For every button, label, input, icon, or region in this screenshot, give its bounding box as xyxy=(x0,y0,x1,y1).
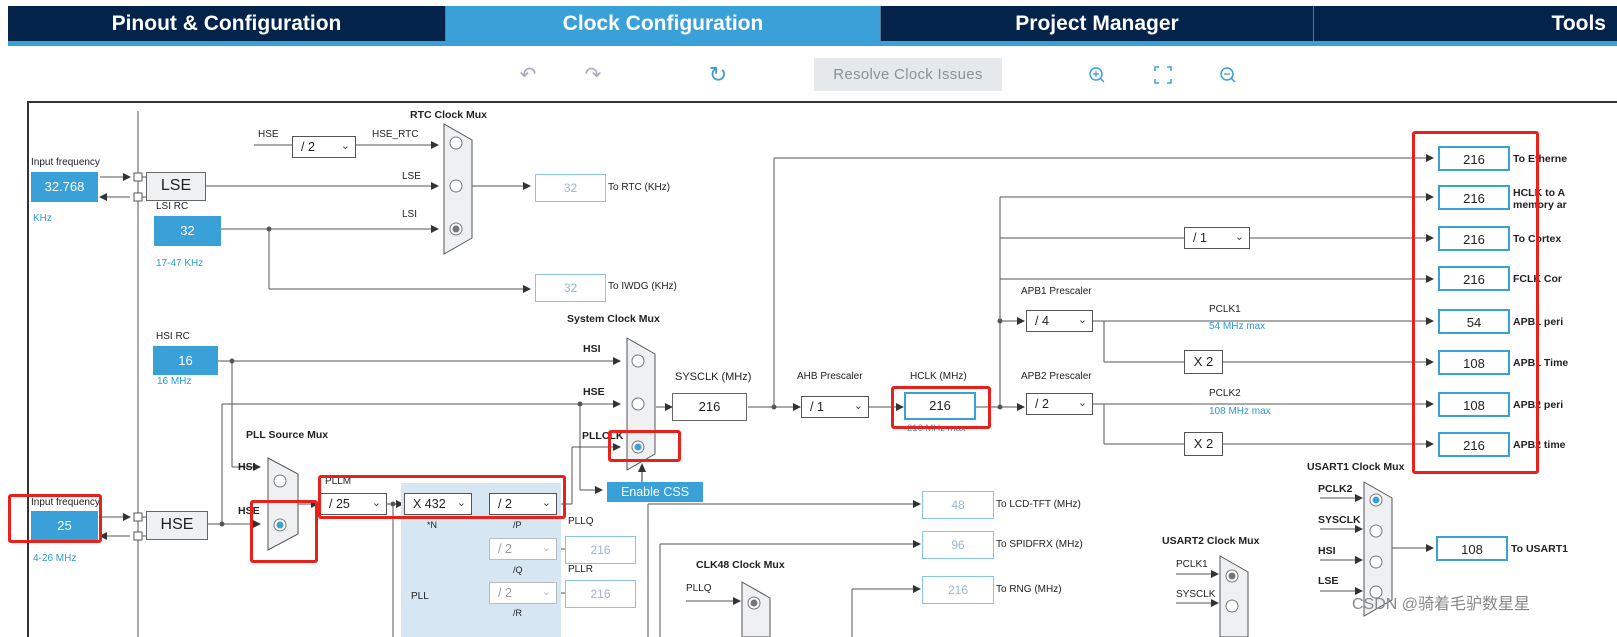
pllp-label: /P xyxy=(513,520,522,530)
hse-rtc-divider-value: / 2 xyxy=(301,140,315,154)
pllr-output-value: 216 xyxy=(565,580,636,608)
cortex-divider-select[interactable]: / 1 ⌄ xyxy=(1184,227,1250,249)
highlight-pllclk-select xyxy=(608,430,681,462)
pll-source-mux-title: PLL Source Mux xyxy=(246,429,329,441)
pclk1-label: PCLK1 xyxy=(1209,304,1241,315)
chevron-down-icon: ⌄ xyxy=(1077,397,1087,409)
highlight-pll-source-hse xyxy=(250,500,318,563)
usart1-output-label: To USART1 xyxy=(1511,543,1568,555)
pllsrc-hsi-label: HSI xyxy=(238,461,256,473)
chevron-down-icon: ⌄ xyxy=(340,140,350,152)
hse-range-label: 4-26 MHz xyxy=(33,553,77,564)
usart1-clock-mux-title: USART1 Clock Mux xyxy=(1307,461,1405,473)
apb1-prescaler-select[interactable]: / 4 ⌄ xyxy=(1026,310,1093,332)
rtc-clock-mux-title: RTC Clock Mux xyxy=(410,109,488,121)
pclk1-max-label: 54 MHz max xyxy=(1209,321,1266,332)
hsi-unit-label: 16 MHz xyxy=(157,376,192,387)
chevron-down-icon: ⌄ xyxy=(1234,231,1244,243)
spdifrx-output-label: To SPIDFRX (MHz) xyxy=(996,539,1083,550)
pclk2-max-label: 108 MHz max xyxy=(1209,406,1271,417)
pllr-divider-label: /R xyxy=(513,608,522,618)
pllq-output-value: 216 xyxy=(565,536,636,564)
rng-output-value: 216 xyxy=(922,576,994,604)
iwdg-output-value: 32 xyxy=(535,274,606,302)
rtc-output-value: 32 xyxy=(535,174,606,202)
lse-input-frequency-field[interactable]: 32.768 xyxy=(31,172,98,202)
highlight-hse-input xyxy=(8,494,102,543)
chevron-down-icon: ⌄ xyxy=(1077,314,1087,326)
ahb-prescaler-value: / 1 xyxy=(810,400,824,414)
usart2-pclk1-label: PCLK1 xyxy=(1176,559,1208,570)
apb1-prescaler-title: APB1 Prescaler xyxy=(1021,286,1092,297)
pclk2-label: PCLK2 xyxy=(1209,388,1241,399)
apb2-timer-multiplier: X 2 xyxy=(1184,432,1223,456)
usart1-lse-label: LSE xyxy=(1318,575,1339,587)
rtc-lse-label: LSE xyxy=(402,171,421,182)
usart2-sysclk-label: SYSCLK xyxy=(1176,589,1216,600)
lse-input-frequency-label: Input frequency xyxy=(31,157,100,168)
usart2-clock-mux-title: USART2 Clock Mux xyxy=(1162,535,1260,547)
rtc-hse-label: HSE xyxy=(258,129,279,140)
pllr-divider-select[interactable]: / 2 ⌄ xyxy=(489,582,557,604)
clock-configuration-screen: Pinout & Configuration Clock Configurati… xyxy=(0,0,1617,637)
highlight-pll-settings xyxy=(318,475,566,519)
spdifrx-output-value: 96 xyxy=(922,531,994,559)
ahb-prescaler-select[interactable]: / 1 ⌄ xyxy=(801,396,869,418)
sysclk-label: SYSCLK (MHz) xyxy=(675,371,752,383)
pll-label: PLL xyxy=(411,591,429,602)
chevron-down-icon: ⌄ xyxy=(853,400,863,412)
pllr-divider-value: / 2 xyxy=(498,586,512,600)
cortex-divider-value: / 1 xyxy=(1193,231,1207,245)
plln-label: *N xyxy=(427,520,438,530)
lsi-range-label: 17-47 KHz xyxy=(156,258,204,269)
sysmux-hsi-label: HSI xyxy=(583,343,601,355)
clock-tree-wires xyxy=(99,111,1434,637)
hse-block: HSE xyxy=(146,511,208,540)
usart1-sysclk-label: SYSCLK xyxy=(1318,514,1361,526)
usart1-hsi-label: HSI xyxy=(1318,545,1336,557)
pllq-label: PLLQ xyxy=(568,516,594,527)
pllr-label: PLLR xyxy=(568,564,594,575)
sysclk-value: 216 xyxy=(672,393,747,421)
clk48-pllq-label: PLLQ xyxy=(686,583,712,594)
apb2-prescaler-title: APB2 Prescaler xyxy=(1021,371,1092,382)
apb1-prescaler-value: / 4 xyxy=(1035,314,1049,328)
apb2-prescaler-select[interactable]: / 2 ⌄ xyxy=(1026,393,1093,415)
hclk-title: HCLK (MHz) xyxy=(910,371,967,382)
lse-block: LSE xyxy=(146,172,206,201)
pllq-divider-value: / 2 xyxy=(498,542,512,556)
chevron-down-icon: ⌄ xyxy=(541,586,551,598)
lcd-tft-output-value: 48 xyxy=(922,491,994,519)
hse-rtc-divider-select[interactable]: / 2 ⌄ xyxy=(292,136,356,158)
usart1-clock-output: 108 xyxy=(1436,536,1508,561)
chevron-down-icon: ⌄ xyxy=(541,542,551,554)
rtc-lsi-label: LSI xyxy=(402,209,418,220)
enable-css-button[interactable]: Enable CSS xyxy=(607,482,703,502)
sysmux-hse-label: HSE xyxy=(583,386,605,398)
iwdg-output-label: To IWDG (KHz) xyxy=(608,281,677,292)
clk48-clock-mux-title: CLK48 Clock Mux xyxy=(696,559,785,571)
apb2-prescaler-value: / 2 xyxy=(1035,397,1049,411)
ahb-prescaler-title: AHB Prescaler xyxy=(797,371,863,382)
highlight-hclk-value xyxy=(891,386,991,429)
usart1-pclk2-label: PCLK2 xyxy=(1318,483,1353,495)
hsi-rc-value: 16 xyxy=(153,346,218,375)
rng-output-label: To RNG (MHz) xyxy=(996,584,1062,595)
lcd-tft-output-label: To LCD-TFT (MHz) xyxy=(996,499,1081,510)
pllq-divider-select[interactable]: / 2 ⌄ xyxy=(489,538,557,560)
lsi-rc-value: 32 xyxy=(154,216,221,246)
apb1-timer-multiplier: X 2 xyxy=(1184,350,1223,374)
system-clock-mux-title: System Clock Mux xyxy=(567,313,660,325)
rtc-output-label: To RTC (KHz) xyxy=(608,182,671,193)
hse-rtc-label: HSE_RTC xyxy=(372,129,419,140)
pllq-divider-label: /Q xyxy=(513,565,523,575)
lsi-rc-label: LSI RC xyxy=(156,201,189,212)
highlight-output-clocks xyxy=(1412,131,1539,474)
watermark: CSDN @骑着毛驴数星星 xyxy=(1352,596,1531,613)
hsi-rc-label: HSI RC xyxy=(156,331,190,342)
lse-unit-label: KHz xyxy=(33,213,52,224)
